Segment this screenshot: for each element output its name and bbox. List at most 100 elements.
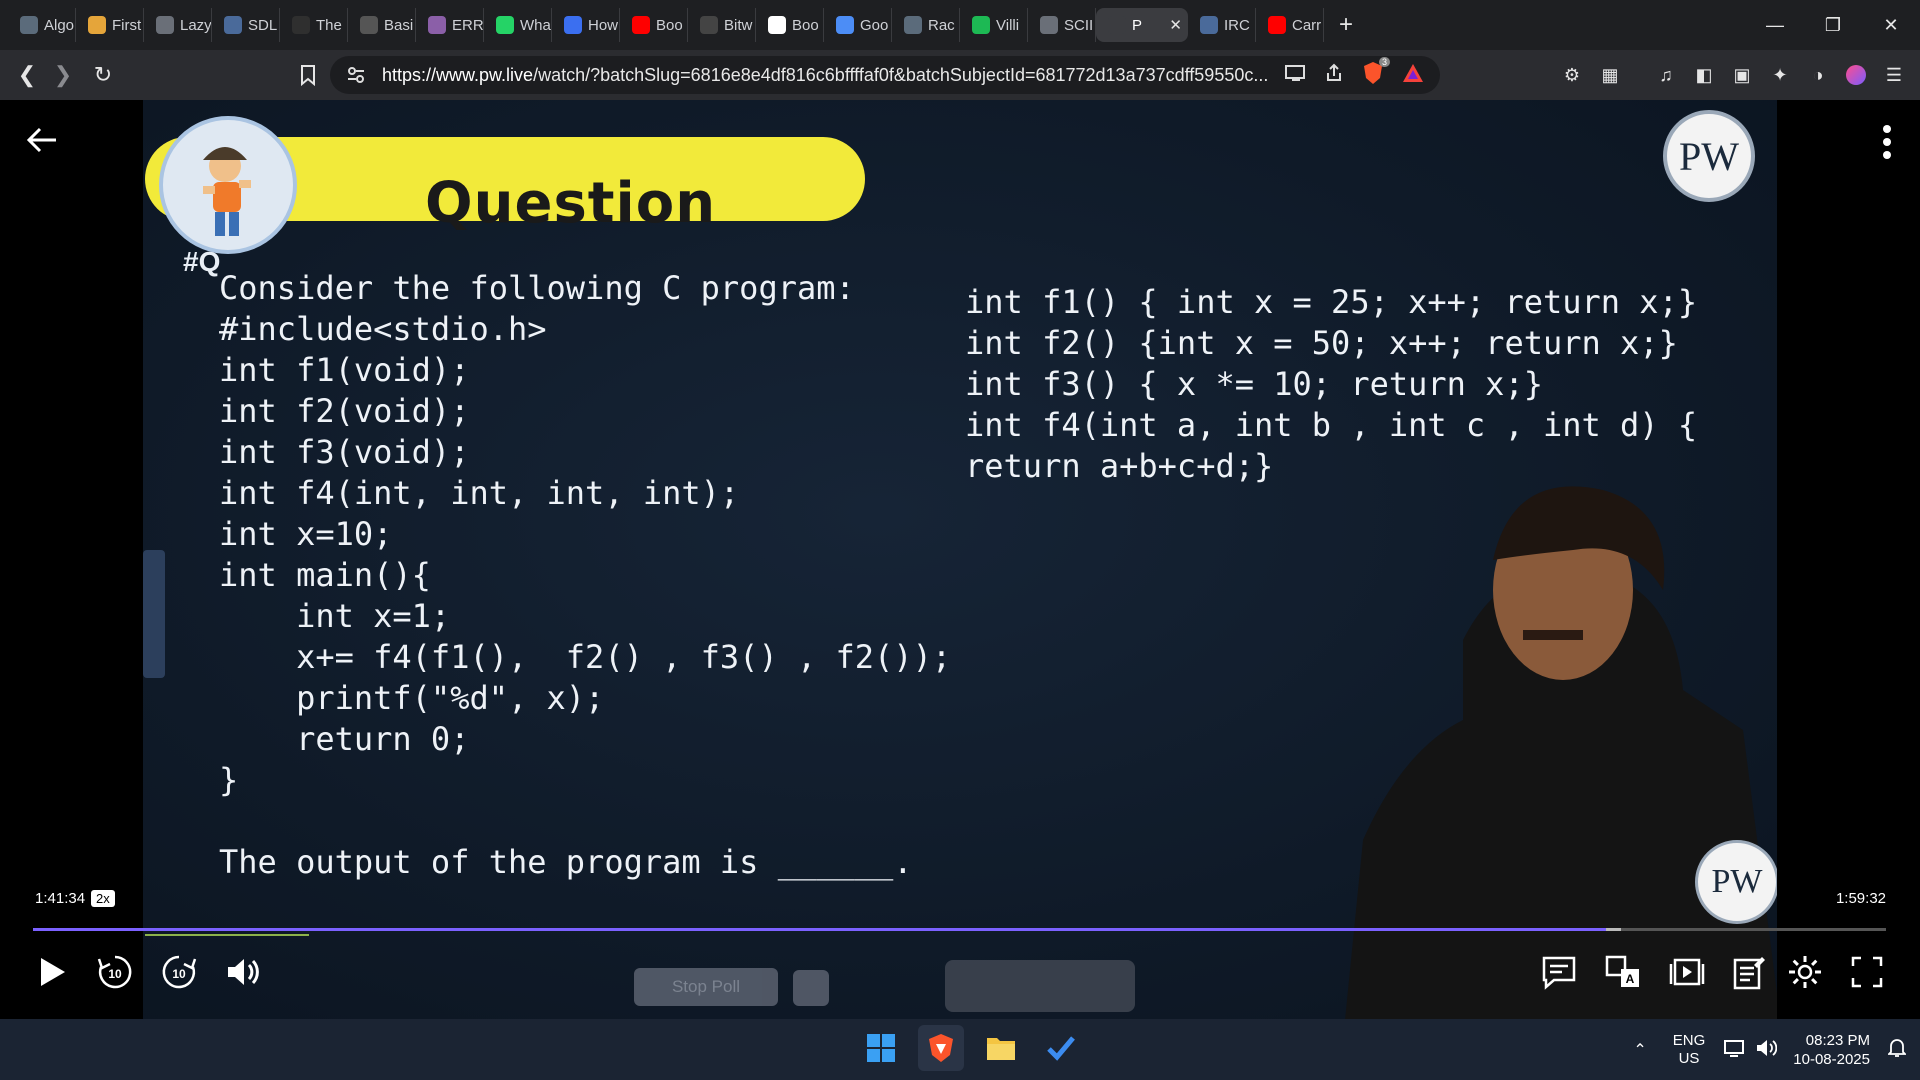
close-tab-icon[interactable]: ✕ — [1169, 16, 1182, 34]
mini-player-button[interactable] — [1664, 949, 1710, 995]
address-bar[interactable]: https://www.pw.live/watch/?batchSlug=681… — [330, 56, 1440, 94]
menu-icon[interactable]: ☰ — [1878, 59, 1910, 91]
browser-tab[interactable]: P ✕ — [1096, 8, 1188, 42]
play-button[interactable] — [28, 949, 74, 995]
clock[interactable]: 08:23 PM 10-08-2025 — [1793, 1031, 1870, 1069]
volume-button[interactable] — [220, 949, 266, 995]
more-options-icon[interactable] — [1882, 124, 1892, 160]
browser-tab[interactable]: Algo — [8, 8, 76, 42]
back-icon[interactable]: ❮ — [9, 57, 45, 93]
notification-bell-icon[interactable] — [1886, 1038, 1908, 1062]
browser-tab[interactable]: Rac — [892, 8, 960, 42]
cast-icon[interactable] — [1284, 64, 1306, 87]
browser-tab[interactable]: SDL — [212, 8, 280, 42]
browser-tab[interactable]: Boo — [756, 8, 824, 42]
video-player[interactable]: Question #Q Consider the following C pro… — [0, 100, 1920, 1019]
leo-ai-icon[interactable]: ✦ — [1764, 59, 1796, 91]
taskbar-todo[interactable] — [1038, 1025, 1084, 1071]
taskbar-brave[interactable] — [918, 1025, 964, 1071]
browser-tab-label: Wha — [520, 16, 551, 34]
extensions-icon[interactable]: ⚙ — [1556, 59, 1588, 91]
browser-tab-label: Goo — [860, 16, 889, 34]
browser-tab[interactable]: Villi — [960, 8, 1028, 42]
stop-poll-button[interactable]: Stop Poll — [634, 968, 778, 1006]
new-tab-button[interactable]: + — [1324, 11, 1368, 39]
browser-tab-bar: Algo First Lazy SDL The Basi ERR Wha How Boo Bitw B… — [0, 0, 1920, 50]
whiteboard-side-tab[interactable] — [143, 550, 165, 678]
forward-icon: 10 — [162, 955, 197, 989]
sidebar-icon[interactable]: ◧ — [1688, 59, 1720, 91]
browser-tab[interactable]: SCII — [1028, 8, 1096, 42]
url-text[interactable]: https://www.pw.live/watch/?batchSlug=681… — [382, 65, 1312, 86]
browser-tab[interactable]: IRC — [1188, 8, 1256, 42]
browser-tab[interactable]: The — [280, 8, 348, 42]
wallet-icon[interactable]: ▣ — [1726, 59, 1758, 91]
site-settings-icon[interactable] — [346, 65, 366, 90]
brave-shields-icon[interactable]: 3 — [1362, 56, 1390, 90]
code-line: } — [219, 761, 239, 799]
browser-tab-label: Rac — [928, 16, 955, 34]
restore-icon[interactable]: ❐ — [1804, 0, 1862, 50]
browser-tab[interactable]: ERR — [416, 8, 484, 42]
media-icon[interactable]: ♫ — [1650, 59, 1682, 91]
speaker-icon[interactable] — [1755, 1038, 1778, 1062]
pw-logo-text: PW — [1679, 133, 1739, 179]
chat-button[interactable] — [1536, 949, 1582, 995]
forward-10-button[interactable]: 10 — [156, 949, 202, 995]
translate-button[interactable]: A — [1600, 949, 1646, 995]
close-window-icon[interactable]: ✕ — [1862, 0, 1920, 50]
share-icon[interactable] — [1324, 63, 1344, 88]
browser-tab[interactable]: Basi — [348, 8, 416, 42]
browser-tab[interactable]: Wha — [484, 8, 552, 42]
browser-tab[interactable]: How — [552, 8, 620, 42]
vpn-icon[interactable]: ◑ — [1802, 59, 1834, 91]
browser-tab-label: Villi — [996, 16, 1020, 34]
settings-button[interactable] — [1782, 949, 1828, 995]
language-code: ENG — [1672, 1031, 1706, 1049]
back-arrow-icon[interactable] — [22, 120, 62, 160]
pw-watermark-icon: PW — [1695, 840, 1777, 924]
browser-tab[interactable]: Boo — [620, 8, 688, 42]
playback-speed[interactable]: 2x — [91, 890, 115, 907]
code-line: int f3() { x *= 10; return x;} — [965, 365, 1543, 403]
code-line: int f1() { int x = 25; x++; return x;} — [965, 283, 1698, 321]
browser-tab-label: How — [588, 16, 619, 34]
bolt-icon — [88, 16, 106, 34]
whatsapp-icon — [496, 16, 514, 34]
network-icon[interactable] — [1723, 1038, 1745, 1062]
bookmark-icon[interactable] — [290, 57, 326, 93]
code-line: int f2(void); — [219, 392, 470, 430]
seek-bar[interactable] — [33, 928, 1886, 931]
minimize-icon[interactable]: — — [1746, 0, 1804, 50]
browser-tab-label: IRC — [1224, 16, 1250, 34]
browser-tab[interactable]: Carr — [1256, 8, 1324, 42]
url-path: /watch/?batchSlug=6816e8e4df816c6bffffaf… — [533, 64, 1269, 85]
shields-count: 3 — [1378, 56, 1390, 67]
fullscreen-button[interactable] — [1844, 949, 1890, 995]
whiteboard-minus-button[interactable] — [793, 970, 829, 1006]
browser-tab[interactable]: Lazy — [144, 8, 212, 42]
reader-icon[interactable]: ▦ — [1594, 59, 1626, 91]
browser-tab[interactable]: Bitw — [688, 8, 756, 42]
taskbar-file-explorer[interactable] — [978, 1025, 1024, 1071]
chevron-up-icon[interactable]: ⌃ — [1633, 1040, 1646, 1060]
browser-tab-label: SDL — [248, 16, 278, 34]
image-icon — [224, 16, 242, 34]
brave-rewards-icon[interactable] — [1402, 63, 1424, 88]
rewind-10-button[interactable]: 10 — [92, 949, 138, 995]
poll-indicator — [145, 934, 309, 936]
browser-tab-label: P — [1132, 16, 1143, 34]
browser-tab[interactable]: First — [76, 8, 144, 42]
notes-button[interactable] — [1726, 949, 1772, 995]
whiteboard-undo-toolbar[interactable] — [945, 960, 1135, 1012]
rewind-icon: 10 — [97, 955, 132, 989]
duration: 1:59:32 — [1835, 890, 1886, 907]
language-indicator[interactable]: ENG US — [1673, 1032, 1706, 1068]
reload-icon[interactable]: ↻ — [85, 57, 121, 93]
profile-icon[interactable] — [1840, 59, 1872, 91]
w3-icon — [292, 16, 310, 34]
browser-tab[interactable]: Goo — [824, 8, 892, 42]
start-button[interactable] — [858, 1025, 904, 1071]
browser-toolbar: ❮ ❯ ↻ https://www.pw.live/watch/?batchSl… — [0, 50, 1920, 100]
forward-icon[interactable]: ❯ — [45, 57, 81, 93]
